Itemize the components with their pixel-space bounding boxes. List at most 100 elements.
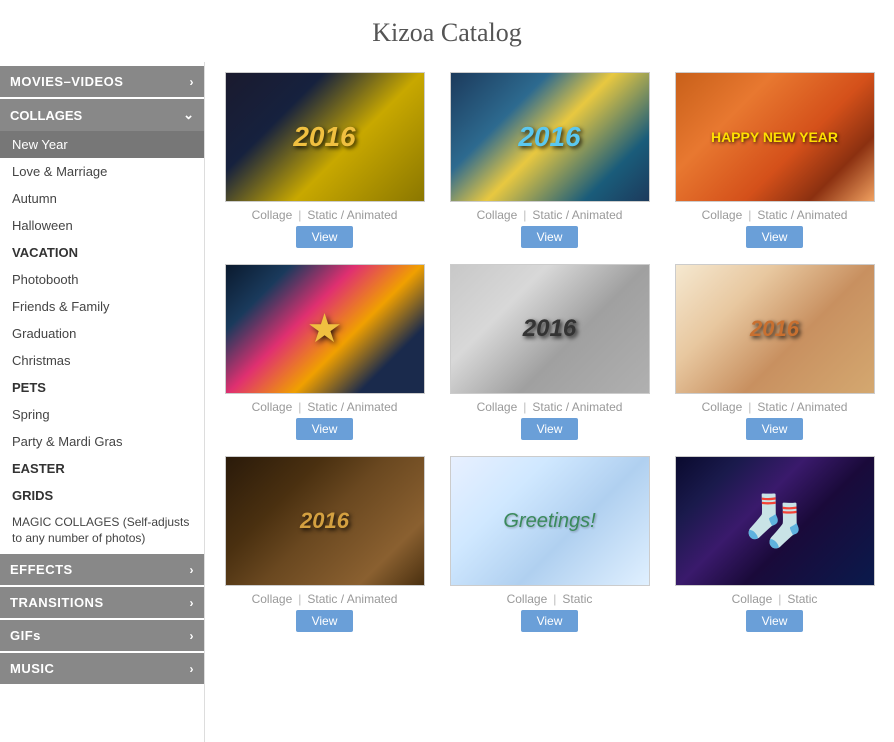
card-6: 2016 Collage | Static / Animated View [670, 264, 879, 440]
card-1-type: Collage [252, 208, 293, 222]
card-2-overlay-text: 2016 [518, 121, 580, 153]
sidebar-item-grids[interactable]: GRIDS [0, 482, 204, 509]
card-7-type: Collage [252, 592, 293, 606]
card-5-overlay-text: 2016 [523, 315, 576, 343]
card-9-overlay: 🧦 [676, 457, 874, 585]
sidebar-item-magic-collages[interactable]: MAGIC COLLAGES (Self-adjusts to any numb… [0, 509, 204, 552]
card-grid: 2016 Collage | Static / Animated View 20… [220, 72, 879, 632]
sidebar-item-pets[interactable]: PETS [0, 374, 204, 401]
sidebar-arrow-collages: ⌄ [183, 107, 194, 123]
card-9-overlay-text: 🧦 [743, 492, 805, 551]
card-1-overlay: 2016 [226, 73, 424, 201]
card-9: 🧦 Collage | Static View [670, 456, 879, 632]
sidebar-label-movies: MOVIES–VIDEOS [10, 74, 123, 89]
sidebar-header-music[interactable]: MUSIC › [0, 653, 204, 684]
card-6-type: Collage [702, 400, 743, 414]
card-5-mode: Static / Animated [532, 400, 622, 414]
sidebar-item-new-year[interactable]: New Year [0, 131, 204, 158]
card-7-info: Collage | Static / Animated [220, 592, 429, 606]
card-3-mode: Static / Animated [757, 208, 847, 222]
card-2-info: Collage | Static / Animated [445, 208, 654, 222]
card-2-mode: Static / Animated [532, 208, 622, 222]
card-6-info: Collage | Static / Animated [670, 400, 879, 414]
card-5-view-button[interactable]: View [521, 418, 579, 440]
sidebar-arrow-music: › [190, 662, 195, 676]
card-8-type: Collage [507, 592, 548, 606]
card-7: 2016 Collage | Static / Animated View [220, 456, 429, 632]
card-4-view-button[interactable]: View [296, 418, 354, 440]
sidebar-label-transitions: TRANSITIONS [10, 595, 104, 610]
sidebar-item-graduation[interactable]: Graduation [0, 320, 204, 347]
sidebar-item-vacation[interactable]: VACATION [0, 239, 204, 266]
card-9-image: 🧦 [675, 456, 875, 586]
card-8: Greetings! Collage | Static View [445, 456, 654, 632]
card-1-info: Collage | Static / Animated [220, 208, 429, 222]
sidebar-item-halloween[interactable]: Halloween [0, 212, 204, 239]
card-5-type: Collage [477, 400, 518, 414]
card-7-view-button[interactable]: View [296, 610, 354, 632]
card-6-mode: Static / Animated [757, 400, 847, 414]
card-6-overlay-text: 2016 [750, 316, 799, 342]
sidebar-item-easter[interactable]: EASTER [0, 455, 204, 482]
card-8-info: Collage | Static [445, 592, 654, 606]
card-9-info: Collage | Static [670, 592, 879, 606]
card-3-image: HAPPY NEW YEAR [675, 72, 875, 202]
card-2: 2016 Collage | Static / Animated View [445, 72, 654, 248]
card-3-overlay: HAPPY NEW YEAR [676, 73, 874, 201]
card-5-image: 2016 [450, 264, 650, 394]
card-2-image: 2016 [450, 72, 650, 202]
card-8-mode: Static [562, 592, 592, 606]
card-5-overlay: 2016 [451, 265, 649, 393]
card-6-image: 2016 [675, 264, 875, 394]
card-9-view-button[interactable]: View [746, 610, 804, 632]
card-8-overlay-text: Greetings! [503, 510, 595, 533]
card-3-type: Collage [702, 208, 743, 222]
card-3: HAPPY NEW YEAR Collage | Static / Animat… [670, 72, 879, 248]
card-1: 2016 Collage | Static / Animated View [220, 72, 429, 248]
card-4-mode: Static / Animated [307, 400, 397, 414]
card-7-image: 2016 [225, 456, 425, 586]
card-4-overlay: ★ [226, 265, 424, 393]
card-8-image: Greetings! [450, 456, 650, 586]
sidebar-item-autumn[interactable]: Autumn [0, 185, 204, 212]
sidebar-item-love-marriage[interactable]: Love & Marriage [0, 158, 204, 185]
sidebar-label-collages: COLLAGES [10, 108, 82, 123]
sidebar-item-friends-family[interactable]: Friends & Family [0, 293, 204, 320]
card-6-view-button[interactable]: View [746, 418, 804, 440]
card-7-overlay-text: 2016 [300, 508, 349, 534]
sidebar-header-transitions[interactable]: TRANSITIONS › [0, 587, 204, 618]
sidebar-header-gifs[interactable]: GIFs › [0, 620, 204, 651]
card-4: ★ Collage | Static / Animated View [220, 264, 429, 440]
sidebar-item-christmas[interactable]: Christmas [0, 347, 204, 374]
sidebar-item-party-mardi-gras[interactable]: Party & Mardi Gras [0, 428, 204, 455]
card-2-view-button[interactable]: View [521, 226, 579, 248]
card-3-overlay-text: HAPPY NEW YEAR [711, 129, 838, 145]
card-2-type: Collage [477, 208, 518, 222]
card-8-view-button[interactable]: View [521, 610, 579, 632]
sidebar-arrow-movies: › [190, 75, 195, 89]
card-4-type: Collage [252, 400, 293, 414]
sidebar-item-photobooth[interactable]: Photobooth [0, 266, 204, 293]
sidebar-arrow-gifs: › [190, 629, 195, 643]
sidebar-arrow-effects: › [190, 563, 195, 577]
card-2-overlay: 2016 [451, 73, 649, 201]
sidebar-section-music: MUSIC › [0, 653, 204, 684]
sidebar-header-effects[interactable]: EFFECTS › [0, 554, 204, 585]
card-1-overlay-text: 2016 [293, 121, 355, 153]
card-5-info: Collage | Static / Animated [445, 400, 654, 414]
card-9-mode: Static [787, 592, 817, 606]
sidebar-item-spring[interactable]: Spring [0, 401, 204, 428]
card-1-mode: Static / Animated [307, 208, 397, 222]
card-4-image: ★ [225, 264, 425, 394]
card-7-mode: Static / Animated [307, 592, 397, 606]
card-4-overlay-text: ★ [307, 306, 343, 352]
card-6-overlay: 2016 [676, 265, 874, 393]
main-content: 2016 Collage | Static / Animated View 20… [205, 62, 894, 742]
card-3-view-button[interactable]: View [746, 226, 804, 248]
card-5: 2016 Collage | Static / Animated View [445, 264, 654, 440]
sidebar-header-movies[interactable]: MOVIES–VIDEOS › [0, 66, 204, 97]
card-1-view-button[interactable]: View [296, 226, 354, 248]
card-4-info: Collage | Static / Animated [220, 400, 429, 414]
sidebar-section-movies: MOVIES–VIDEOS › [0, 66, 204, 97]
sidebar-header-collages[interactable]: COLLAGES ⌄ [0, 99, 204, 131]
